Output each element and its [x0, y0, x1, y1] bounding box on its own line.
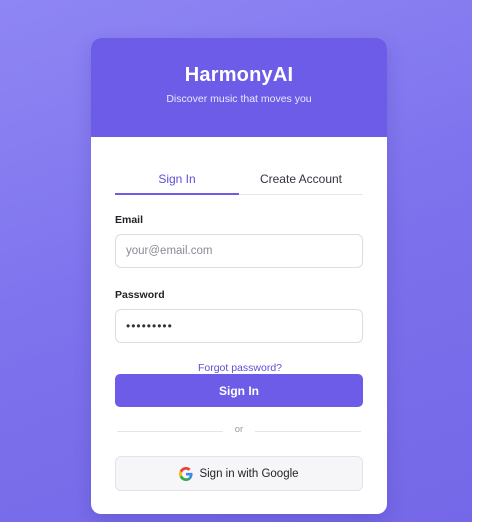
app-subtitle: Discover music that moves you: [166, 93, 312, 105]
card-header: HarmonyAI Discover music that moves you: [91, 38, 387, 137]
forgot-password-link[interactable]: Forgot password?: [91, 362, 387, 374]
tab-create-account[interactable]: Create Account: [239, 163, 363, 194]
divider-text: or: [234, 424, 244, 435]
tab-sign-in[interactable]: Sign In: [115, 163, 239, 195]
sign-in-button[interactable]: Sign In: [115, 374, 363, 407]
app-title: HarmonyAI: [184, 64, 294, 86]
divider-line-right: [255, 431, 361, 432]
email-field[interactable]: [115, 234, 363, 268]
auth-card: HarmonyAI Discover music that moves you …: [91, 38, 387, 514]
auth-tabs: Sign In Create Account: [115, 163, 363, 195]
password-field[interactable]: [115, 309, 363, 343]
google-sign-in-button[interactable]: Sign in with Google: [115, 456, 363, 491]
google-sign-in-label: Sign in with Google: [199, 467, 299, 480]
password-label: Password: [115, 289, 165, 301]
email-label: Email: [115, 214, 144, 226]
google-g-icon: [179, 466, 194, 481]
or-divider: or: [117, 424, 361, 438]
